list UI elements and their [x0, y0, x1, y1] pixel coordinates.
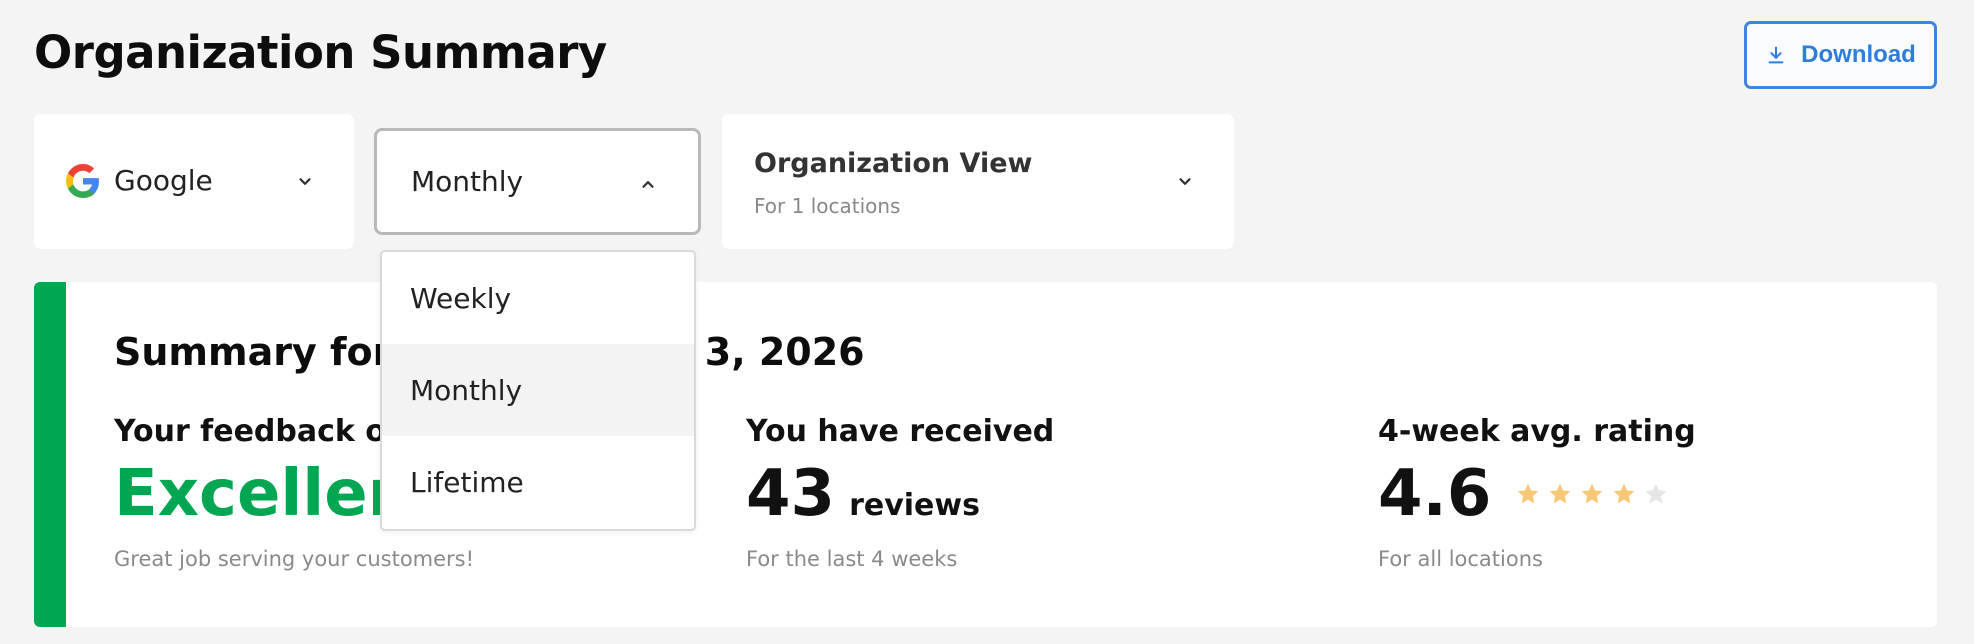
period-dropdown-menu: Weekly Monthly Lifetime — [380, 250, 696, 531]
star-filled-icon — [1614, 483, 1635, 504]
view-subtitle: For 1 locations — [754, 194, 901, 218]
period-selected-label: Monthly — [411, 165, 524, 198]
chevron-down-icon — [1179, 178, 1191, 185]
star-filled-icon — [1518, 483, 1539, 504]
reviews-count: 43 — [746, 457, 836, 531]
download-button[interactable]: Download — [1744, 21, 1937, 89]
reviews-label: You have received — [746, 414, 1055, 449]
view-title: Organization View — [754, 148, 1033, 179]
summary-accent-bar — [34, 282, 66, 627]
rating-value: 4.6 — [1378, 457, 1492, 531]
feedback-note: Great job serving your customers! — [114, 547, 475, 572]
rating-stars — [1515, 481, 1669, 507]
star-empty-icon — [1646, 483, 1667, 504]
star-filled-icon — [1582, 483, 1603, 504]
summary-title-end: 3, 2026 — [704, 330, 865, 374]
summary-title-start: Summary for J — [114, 330, 419, 374]
download-label: Download — [1801, 41, 1916, 68]
period-select[interactable]: Monthly — [374, 128, 701, 235]
rating-metric: 4-week avg. rating 4.6 For all locations — [1378, 414, 1696, 571]
view-select[interactable]: Organization View For 1 locations — [722, 114, 1234, 249]
google-logo-icon — [66, 164, 99, 198]
reviews-note: For the last 4 weeks — [746, 547, 958, 572]
period-option-weekly[interactable]: Weekly — [382, 252, 694, 344]
rating-note: For all locations — [1378, 547, 1543, 572]
star-filled-icon — [1550, 483, 1571, 504]
download-icon — [1768, 46, 1784, 64]
source-label: Google — [114, 164, 213, 197]
chevron-down-icon — [299, 178, 311, 185]
page-title: Organization Summary — [34, 26, 607, 79]
rating-label: 4-week avg. rating — [1378, 414, 1696, 449]
chevron-up-icon — [642, 181, 654, 188]
reviews-unit: reviews — [849, 488, 980, 523]
summary-card: Summary for J 3, 2026 Your feedback ov Ex… — [34, 282, 1937, 627]
reviews-metric: You have received 43 reviews For the las… — [746, 414, 1054, 571]
period-option-lifetime[interactable]: Lifetime — [382, 436, 694, 528]
source-select[interactable]: Google — [34, 114, 354, 249]
period-option-monthly[interactable]: Monthly — [382, 344, 694, 436]
